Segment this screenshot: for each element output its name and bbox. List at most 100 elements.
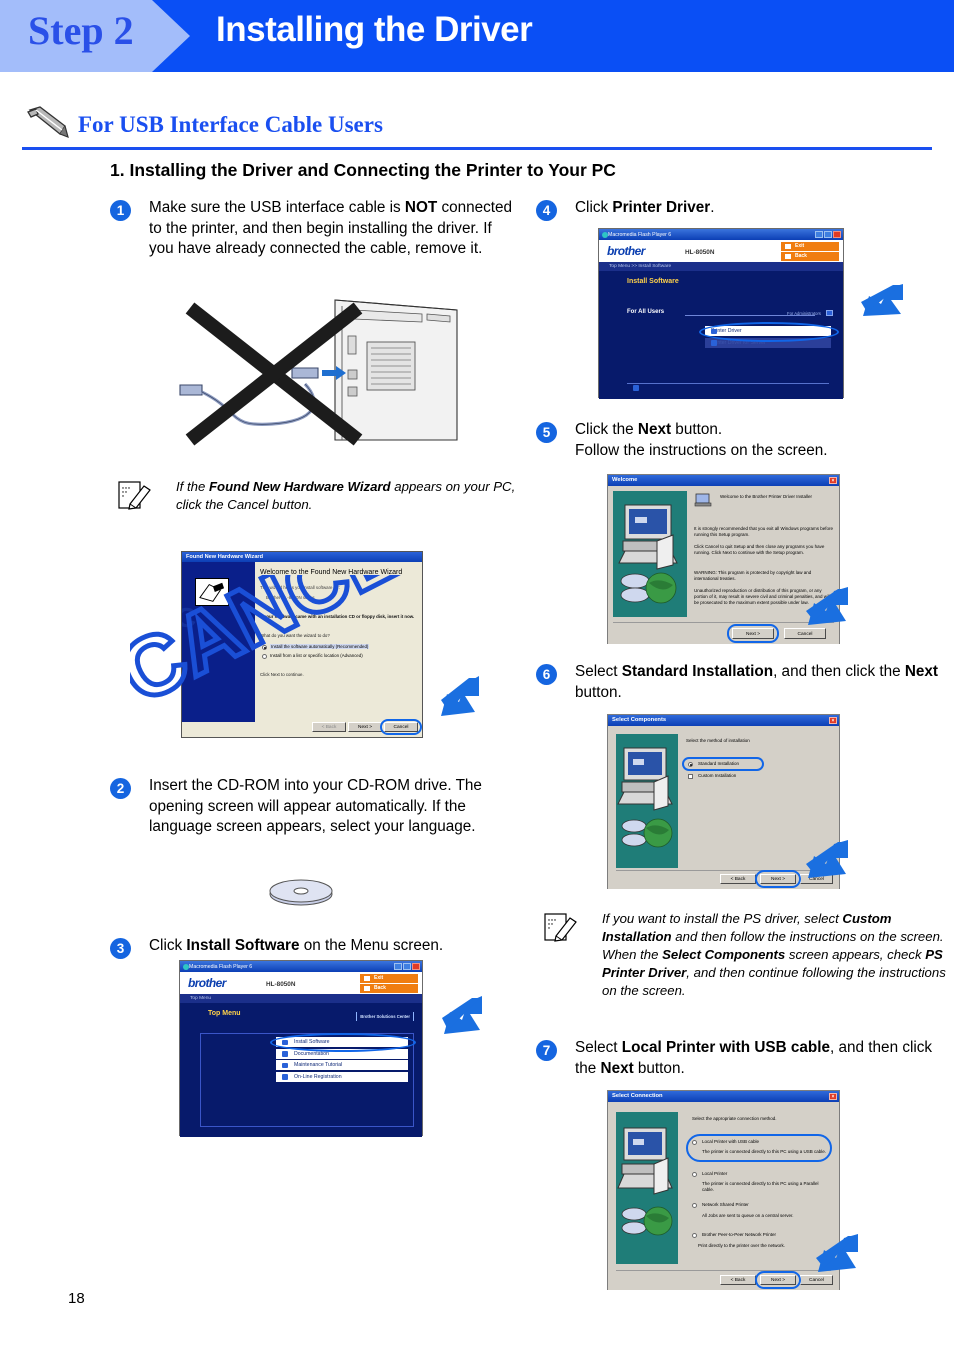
top-menu-item-online-registration[interactable]: On-Line Registration [276, 1071, 408, 1082]
maximize-button[interactable] [824, 230, 832, 238]
fnhw-option-2[interactable]: Install from a list or specific location… [270, 653, 363, 658]
page-number: 18 [68, 1290, 85, 1307]
peer-to-peer-label[interactable]: Brother Peer-to-Peer Network Printer [702, 1232, 776, 1238]
install-item-printer-driver-for-server[interactable]: Printer Driver for Server [705, 337, 831, 348]
fnhw-next-button[interactable]: Next > [348, 722, 382, 732]
welcome-cancel-button[interactable]: Cancel [784, 628, 826, 639]
local-usb-label[interactable]: Local Printer with USB cable [702, 1139, 759, 1145]
peer-to-peer-radio[interactable] [692, 1233, 697, 1238]
step-6-text: Select Standard Installation, and then c… [575, 663, 939, 701]
network-shared-label[interactable]: Network Shared Printer [702, 1202, 749, 1208]
maximize-button[interactable] [403, 962, 411, 970]
select-connection-back-button[interactable]: < Back [720, 1275, 756, 1285]
select-components-cancel-button[interactable]: Cancel [800, 874, 833, 884]
welcome-para-2: Click Cancel to quit Setup and then clos… [694, 544, 825, 555]
welcome-next-button[interactable]: Next > [732, 628, 774, 639]
fnhw-footer: Click Next to continue. [260, 672, 304, 677]
local-printer-radio[interactable] [692, 1172, 697, 1177]
minimize-button[interactable] [394, 962, 402, 970]
top-menu-figure: Macromedia Flash Player 6 brother HL-805… [179, 960, 423, 1137]
step-7-text: Select Local Printer with USB cable, and… [575, 1039, 933, 1077]
select-components-title: Select Components [612, 717, 667, 724]
custom-installation-checkbox[interactable] [688, 774, 693, 779]
section-subtitle: 1. Installing the Driver and Connecting … [110, 160, 616, 180]
top-menu-item-maintenance-tutorial[interactable]: Maintenance Tutorial [276, 1060, 408, 1070]
step-3: 3 Click Install Software on the Menu scr… [110, 936, 520, 959]
step-label: Step 2 [28, 8, 134, 53]
standard-installation-radio[interactable] [688, 762, 693, 767]
for-administrators-label[interactable]: For Administrators [787, 311, 821, 316]
close-button[interactable] [833, 230, 841, 238]
exit-button[interactable]: Exit [781, 242, 839, 251]
network-shared-radio[interactable] [692, 1203, 697, 1208]
step-5-text: Click the Next button. Follow the instruc… [575, 421, 828, 459]
fnhw-question: What do you want the wizard to do? [260, 633, 330, 638]
back-button[interactable]: Back [360, 984, 418, 993]
peer-to-peer-desc: Print directly to the printer over the n… [698, 1243, 786, 1248]
select-components-back-button[interactable]: < Back [720, 874, 756, 884]
select-connection-cancel-button[interactable]: Cancel [800, 1275, 833, 1285]
welcome-para-1: It is strongly recommended that you exit… [694, 526, 834, 537]
step-5: 5 Click the Next button. Follow the instr… [536, 420, 946, 461]
close-icon[interactable]: × [829, 716, 837, 724]
select-connection-figure: Select Connection × Select the appropria… [607, 1090, 840, 1290]
install-item-printer-driver[interactable]: Printer Driver [705, 326, 831, 336]
step-1-number: 1 [110, 200, 131, 221]
found-new-hardware-wizard-figure: Found New Hardware Wizard C Welcome to t… [181, 551, 423, 738]
step-3-text: Click Install Software on the Menu scree… [149, 937, 444, 954]
fnhw-body1: This wizard helps you install software f… [260, 585, 341, 590]
brother-solutions-center-link[interactable]: Brother Solutions Center [356, 1012, 414, 1021]
step-4: 4 Click Printer Driver. [536, 198, 946, 221]
local-usb-radio[interactable] [692, 1140, 697, 1145]
brother-logo: brother [188, 976, 226, 990]
for-administrators-expand-icon[interactable] [826, 310, 833, 316]
fnhw-back-button[interactable]: < Back [312, 722, 346, 732]
select-connection-side-image [616, 1112, 678, 1264]
close-icon[interactable]: × [829, 1092, 837, 1100]
close-icon[interactable]: × [829, 476, 837, 484]
note-2-text: If you want to install the PS driver, se… [602, 911, 946, 998]
note-pencil-icon [118, 481, 151, 510]
fnhw-radio-auto[interactable] [262, 645, 267, 650]
local-printer-desc: The printer is connected directly to thi… [702, 1181, 819, 1192]
top-menu-item-install-software[interactable]: Install Software [276, 1037, 408, 1047]
install-software-breadcrumb: Top Menu >> Install Software [599, 262, 843, 271]
select-connection-next-button[interactable]: Next > [760, 1275, 796, 1285]
fnhw-option-1[interactable]: Install the software automatically (Reco… [270, 644, 370, 649]
fnhw-body2: If your hardware came with an installati… [260, 614, 415, 619]
flash-logo-icon [182, 963, 189, 970]
note-ps-driver: If you want to install the PS driver, se… [536, 910, 948, 1000]
step-7-number: 7 [536, 1040, 557, 1061]
fnhw-radio-advanced[interactable] [262, 654, 267, 659]
welcome-heading: Welcome to the Brother Printer Driver In… [720, 494, 812, 499]
step-1-text: Make sure the USB interface cable is NOT… [149, 199, 513, 257]
printer-usb-illustration [179, 299, 458, 446]
minimize-button[interactable] [815, 230, 823, 238]
close-button[interactable] [412, 962, 420, 970]
install-software-figure: Macromedia Flash Player 6 brother HL-805… [598, 228, 844, 399]
fnhw-title: Found New Hardware Wizard [186, 554, 264, 561]
welcome-dialog-title: Welcome [612, 477, 638, 484]
arrow-to-cancel-button [441, 676, 479, 716]
brother-logo: brother [607, 244, 645, 258]
standard-installation-label[interactable]: Standard Installation [698, 761, 739, 767]
custom-installation-label[interactable]: Custom Installation [698, 773, 736, 779]
select-components-figure: Select Components × Select the method of… [607, 714, 840, 889]
exit-button[interactable]: Exit [360, 974, 418, 983]
welcome-header-icon [694, 492, 716, 508]
select-components-next-button[interactable]: Next > [760, 874, 796, 884]
step-7: 7 Select Local Printer with USB cable, a… [536, 1038, 946, 1079]
install-software-page-title: Install Software [627, 278, 679, 285]
fnhw-cancel-button[interactable]: Cancel [384, 722, 418, 732]
local-printer-label[interactable]: Local Printer [702, 1171, 727, 1177]
top-menu-item-documentation[interactable]: Documentation [276, 1048, 408, 1059]
step-2-text: Insert the CD-ROM into your CD-ROM drive… [149, 777, 482, 835]
welcome-para-4: Unauthorized reproduction or distributio… [694, 588, 831, 605]
page-header: Step 2 Installing the Driver [0, 0, 954, 72]
fnhw-banner: C [182, 562, 255, 722]
select-components-prompt: Select the method of installation [686, 738, 750, 743]
top-menu-model: HL-8050N [266, 981, 296, 988]
select-components-side-image [616, 734, 678, 868]
arrow-to-printer-driver [861, 284, 903, 316]
back-button[interactable]: Back [781, 252, 839, 261]
